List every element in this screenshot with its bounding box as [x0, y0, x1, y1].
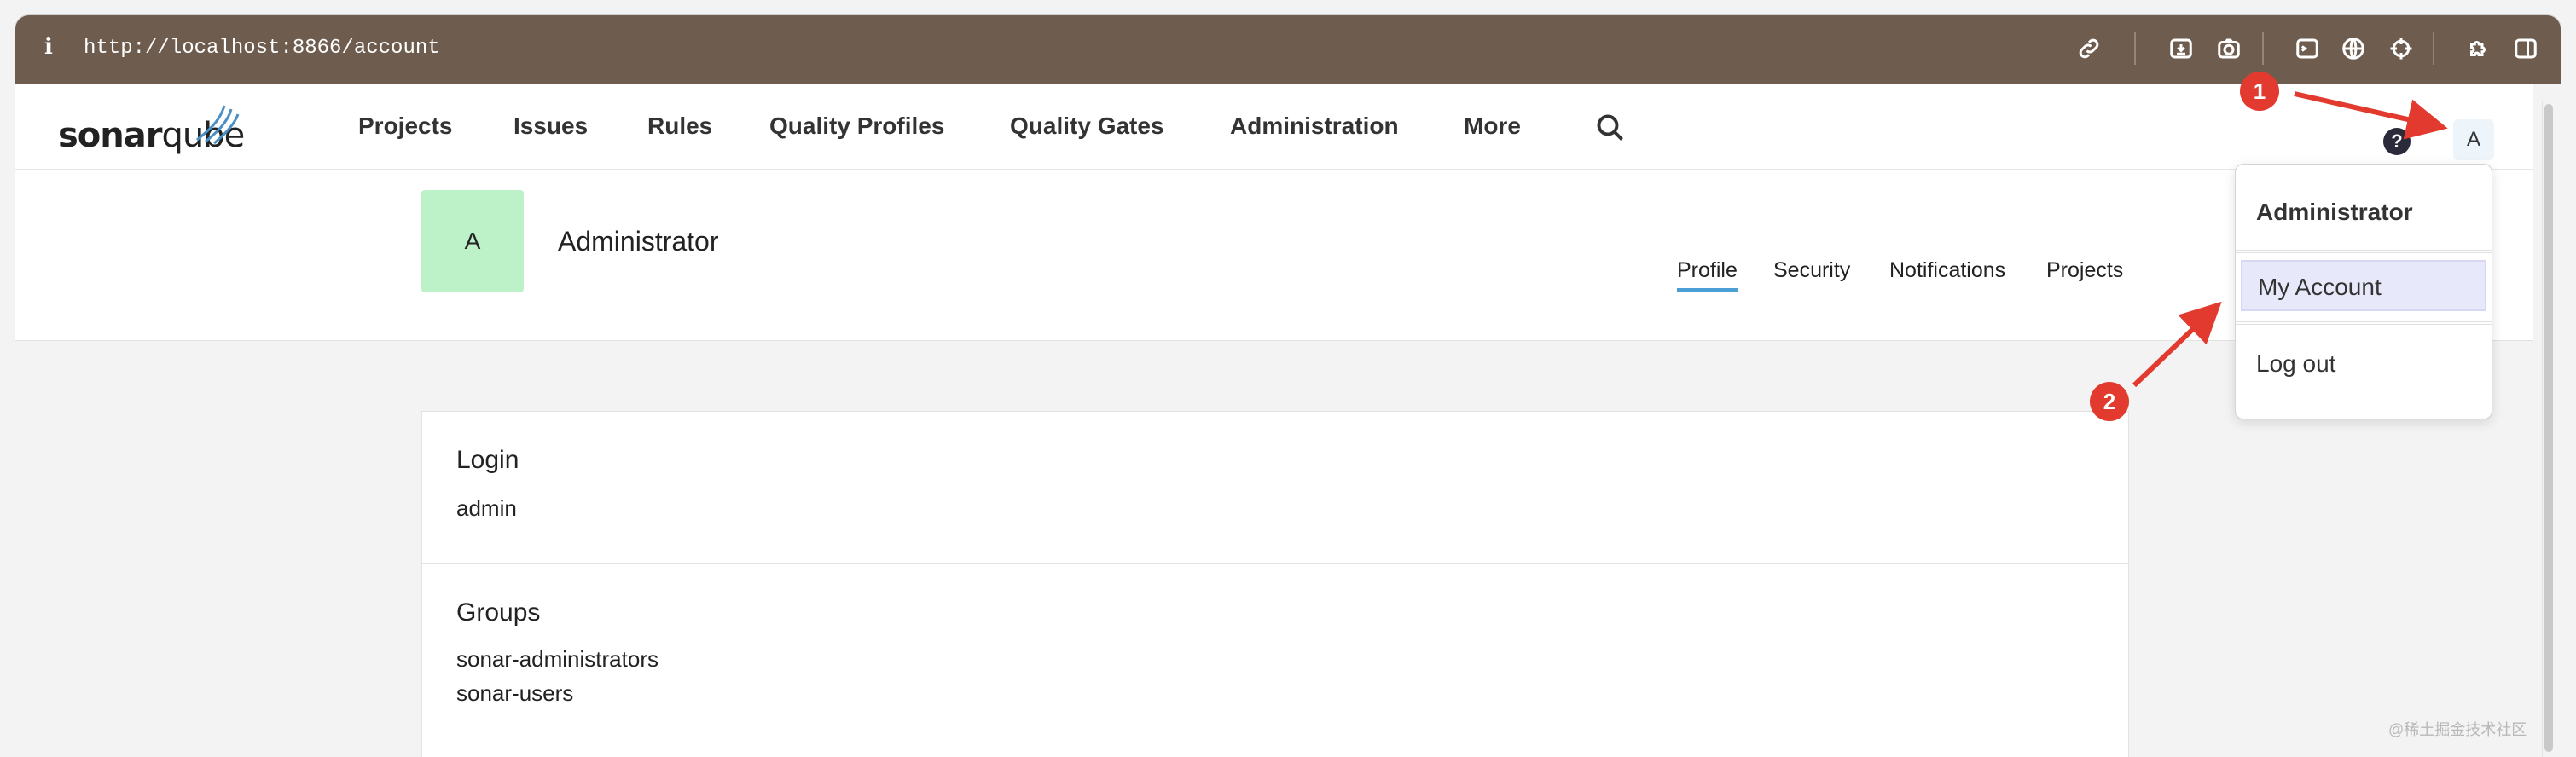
nav-issues[interactable]: Issues [513, 113, 588, 140]
toolbar-divider [2134, 32, 2136, 65]
globe-icon[interactable] [2339, 34, 2368, 63]
annotation-badge-1: 1 [2240, 72, 2279, 111]
download-icon[interactable] [2167, 34, 2196, 63]
scrollbar-thumb[interactable] [2544, 104, 2553, 752]
tab-notifications[interactable]: Notifications [1889, 258, 2005, 283]
logout-menu-item[interactable]: Log out [2241, 338, 2486, 390]
toolbar-divider [2262, 32, 2264, 65]
browser-toolbar: i http://localhost:8866/account [15, 15, 2561, 84]
dropdown-divider [2236, 321, 2492, 325]
groups-title: Groups [456, 598, 541, 627]
link-icon[interactable] [2074, 34, 2103, 63]
avatar: A [421, 190, 524, 292]
dropdown-divider [2236, 250, 2492, 253]
account-name: Administrator [558, 226, 719, 257]
terminal-icon[interactable] [2293, 34, 2322, 63]
nav-projects[interactable]: Projects [358, 113, 453, 140]
camera-icon[interactable] [2214, 34, 2243, 63]
nav-more[interactable]: More [1464, 113, 1521, 140]
browser-window: i http://localhost:8866/account sonarqub… [15, 15, 2561, 757]
nav-quality-gates[interactable]: Quality Gates [1010, 113, 1164, 140]
tab-profile[interactable]: Profile [1677, 258, 1738, 292]
sonarqube-navbar: sonarqube Projects Issues Rules Quality … [15, 84, 2533, 170]
nav-quality-profiles[interactable]: Quality Profiles [769, 113, 944, 140]
group-item: sonar-administrators [456, 646, 659, 672]
tab-security[interactable]: Security [1773, 258, 1850, 283]
group-item: sonar-users [456, 680, 574, 706]
profile-card: Login admin Groups sonar-administrators … [421, 411, 2129, 757]
extension-icon[interactable] [2463, 34, 2492, 63]
account-header: A Administrator Profile Security Notific… [15, 170, 2533, 341]
search-icon[interactable] [1595, 113, 1626, 143]
login-value: admin [456, 495, 517, 521]
groups-section: Groups sonar-administrators sonar-users [422, 564, 2128, 757]
crosshair-icon[interactable] [2387, 34, 2416, 63]
sidebar-icon[interactable] [2511, 34, 2540, 63]
tab-projects[interactable]: Projects [2046, 258, 2123, 283]
dropdown-user-name: Administrator [2256, 199, 2413, 225]
toolbar-divider [2433, 32, 2434, 65]
my-account-menu-item[interactable]: My Account [2241, 260, 2486, 311]
logo-arcs-icon [196, 105, 240, 145]
nav-administration[interactable]: Administration [1230, 113, 1399, 140]
address-bar-url[interactable]: http://localhost:8866/account [84, 37, 440, 60]
nav-rules[interactable]: Rules [647, 113, 712, 140]
annotation-badge-2: 2 [2090, 382, 2129, 421]
user-avatar-button[interactable]: A [2453, 119, 2494, 160]
user-dropdown-menu: Administrator My Account Log out [2235, 164, 2492, 419]
help-icon[interactable]: ? [2383, 128, 2411, 155]
info-icon[interactable]: i [44, 34, 53, 60]
login-title: Login [456, 446, 519, 474]
watermark: @稀土掘金技术社区 [2388, 721, 2527, 738]
vertical-scrollbar[interactable] [2542, 101, 2555, 757]
login-section: Login admin [422, 412, 2128, 564]
